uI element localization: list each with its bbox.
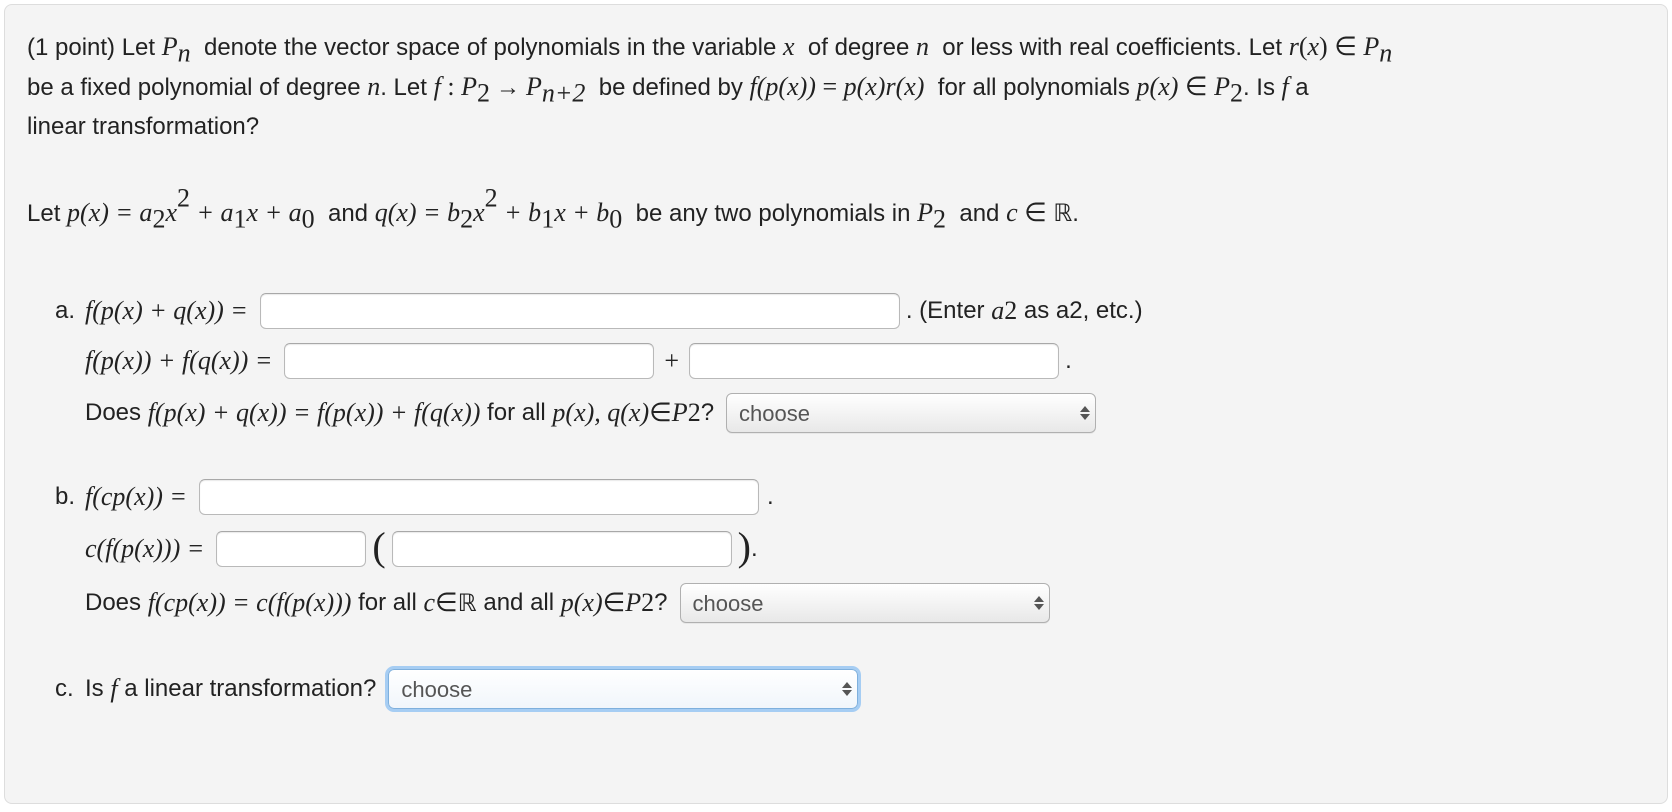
- b-input-2b[interactable]: [392, 531, 732, 567]
- definitions-line: Let p(x) = a2x2 + a1x + a0 and q(x) = b2…: [27, 193, 1645, 233]
- close-paren: ): [738, 527, 751, 567]
- part-c: c. Is f a linear transformation? choose: [55, 669, 1645, 709]
- part-c-marker: c.: [55, 675, 85, 703]
- a-input-2a[interactable]: [284, 343, 654, 379]
- b-lhs1: f(cp(x)) =: [85, 482, 187, 512]
- a-lhs2: f(p(x)) + f(q(x)) =: [85, 346, 272, 376]
- a-hint-pre: . (Enter: [906, 297, 991, 325]
- a-question-pre: Does: [85, 399, 148, 427]
- b-dot2: .: [751, 535, 758, 563]
- plus-sign: +: [664, 346, 679, 376]
- part-b-marker: b.: [55, 483, 85, 511]
- a-input-2b[interactable]: [689, 343, 1059, 379]
- b-dot1: .: [767, 483, 774, 511]
- a-lhs1: f(p(x) + q(x)) =: [85, 296, 248, 326]
- c-question-post: a linear transformation?: [118, 675, 377, 703]
- b-lhs2: c(f(p(x))) =: [85, 534, 204, 564]
- a-dot: .: [1065, 347, 1072, 375]
- a-hint-post: as a2, etc.): [1017, 297, 1142, 325]
- part-b: b. f(cp(x)) = . c(f(p(x))) = ( ) .: [55, 479, 1645, 623]
- open-paren: (: [372, 527, 385, 567]
- text: (1 point) Let: [27, 34, 162, 61]
- a-select[interactable]: choose: [726, 393, 1096, 433]
- b-select-wrap: choose: [680, 583, 1050, 623]
- a-input-1[interactable]: [260, 293, 900, 329]
- part-a-marker: a.: [55, 297, 85, 325]
- a-select-wrap: choose: [726, 393, 1096, 433]
- b-input-1[interactable]: [199, 479, 759, 515]
- problem-container: (1 point) Let Pn denote the vector space…: [4, 4, 1668, 804]
- b-input-2a[interactable]: [216, 531, 366, 567]
- part-a: a. f(p(x) + q(x)) = . (Enter a2 as a2, e…: [55, 293, 1645, 433]
- b-select[interactable]: choose: [680, 583, 1050, 623]
- problem-statement: (1 point) Let Pn denote the vector space…: [27, 27, 1645, 145]
- c-question-pre: Is: [85, 675, 110, 703]
- b-question-pre: Does: [85, 589, 148, 617]
- c-select-wrap: choose: [388, 669, 858, 709]
- c-select[interactable]: choose: [388, 669, 858, 709]
